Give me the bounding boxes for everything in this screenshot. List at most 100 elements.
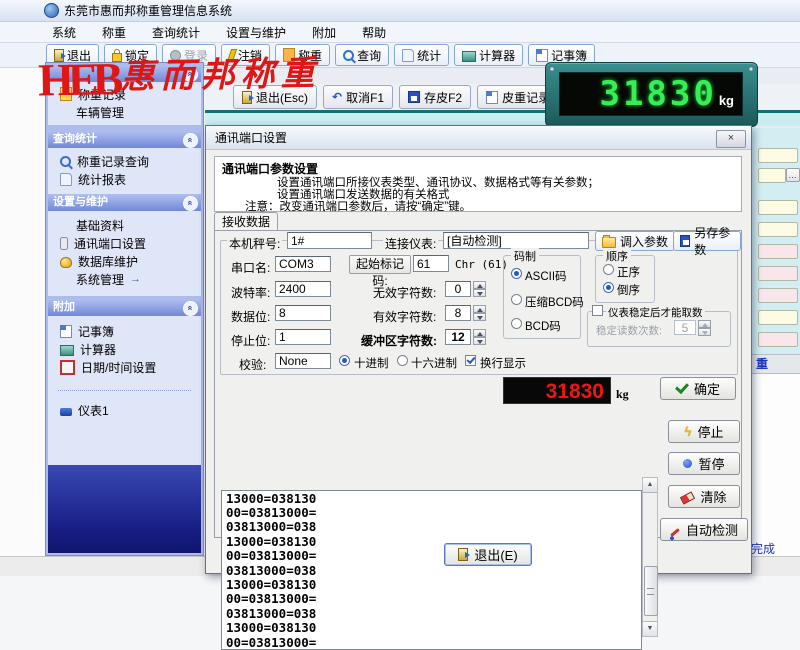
pause-button[interactable]: 暂停 [668, 452, 740, 475]
baud-label: 波特率: [231, 284, 270, 301]
ellipsis-button[interactable]: ⋯ [786, 168, 800, 182]
ok-button[interactable]: 确定 [660, 377, 736, 400]
dialog-titlebar[interactable]: 通讯端口设置 × [206, 126, 751, 150]
scale-no-label: 本机秤号: [227, 235, 282, 252]
scroll-up-icon[interactable]: ▲ [643, 478, 657, 493]
sidebar-item-stats-report[interactable]: 统计报表 [48, 170, 201, 188]
radio-packed-bcd-label[interactable]: 压缩BCD码 [525, 294, 584, 310]
stopbits-input[interactable] [275, 329, 331, 345]
parity-input[interactable] [275, 353, 331, 369]
sidebar-item-meter1[interactable]: 仪表1 [48, 401, 201, 419]
left-margin-column [0, 68, 46, 556]
log-scrollbar[interactable]: ▲ ▼ [642, 477, 658, 637]
scrollbar-thumb[interactable] [644, 566, 658, 616]
radio-hex-label[interactable]: 十六进制 [411, 355, 457, 371]
menu-help[interactable]: 帮助 [362, 24, 386, 41]
com-input[interactable] [275, 256, 331, 272]
startmark-tag[interactable]: 起始标记码: [349, 255, 411, 274]
valid-chars-stepper[interactable] [473, 305, 486, 321]
scroll-down-icon[interactable]: ▼ [643, 621, 657, 636]
menu-settings-maintenance[interactable]: 设置与维护 [226, 24, 286, 41]
report-icon [60, 173, 72, 186]
menu-query-stats[interactable]: 查询统计 [152, 24, 200, 41]
invalid-chars-stepper[interactable] [473, 281, 486, 297]
weigh-button[interactable]: 称重 [275, 44, 330, 66]
buffer-chars-input[interactable] [445, 329, 471, 345]
lightning-icon: ϟ [685, 426, 692, 437]
radio-ascii[interactable] [511, 268, 522, 279]
stop-button[interactable]: ϟ停止 [668, 420, 740, 443]
collapse-icon[interactable]: « [183, 301, 198, 316]
databits-input[interactable] [275, 305, 331, 321]
sidebar-item-notepad[interactable]: 记事簿 [48, 322, 201, 340]
exit-icon [458, 548, 468, 561]
buffer-chars-stepper[interactable] [473, 329, 486, 345]
radio-decimal[interactable] [339, 355, 350, 366]
sidebar-section-query-header[interactable]: 查询统计 « [48, 131, 201, 148]
checkbox-stable-label[interactable]: 仪表稳定后才能取数 [606, 305, 705, 320]
radio-reverse[interactable] [603, 282, 614, 293]
meter-input[interactable] [443, 232, 589, 249]
clear-button[interactable]: 清除 [668, 485, 740, 508]
logout-button[interactable]: 注销 [221, 44, 270, 66]
sidebar-item-weigh-records[interactable]: 称重记录 [48, 85, 201, 103]
com-label: 串口名: [231, 259, 270, 276]
weigh-exit-button[interactable]: 退出(Esc) [233, 85, 317, 109]
radio-ascii-label[interactable]: ASCII码 [525, 268, 567, 284]
exit-icon [54, 49, 64, 62]
save-params-button[interactable]: 另存参数 [673, 231, 741, 251]
autodetect-button[interactable]: 自动检测 [660, 518, 748, 541]
sidebar-item-vehicle-management[interactable]: 车辆管理 [48, 103, 201, 121]
sidebar-section-weigh-header[interactable]: « [48, 65, 201, 82]
sidebar-item-comm-port-settings[interactable]: 通讯端口设置 [48, 234, 201, 252]
background-form-edge: ⋯ 重 [750, 66, 800, 556]
radio-packed-bcd[interactable] [511, 294, 522, 305]
collapse-icon[interactable]: « [183, 67, 198, 82]
collapse-icon[interactable]: « [183, 133, 198, 148]
sidebar-item-calculator[interactable]: 计算器 [48, 340, 201, 358]
sidebar-item-database-maintenance[interactable]: 数据库维护 [48, 252, 201, 270]
stats-button[interactable]: 统计 [394, 44, 449, 66]
calculator-button[interactable]: 计算器 [454, 44, 523, 66]
sidebar-section-extras-header[interactable]: 附加 « [48, 299, 201, 316]
port-icon [60, 237, 68, 250]
sidebar-item-basic-data[interactable]: 基础资料 [48, 216, 201, 234]
startmark-input[interactable] [413, 255, 449, 272]
dialog-exit-button[interactable]: 退出(E) [444, 543, 532, 566]
sidebar-item-system-management[interactable]: 系统管理→ [48, 270, 201, 288]
sidebar-section-settings-header[interactable]: 设置与维护 « [48, 194, 201, 211]
menu-system[interactable]: 系统 [52, 24, 76, 41]
checkbox-wrap-label[interactable]: 换行显示 [480, 355, 526, 371]
tab-receive-data[interactable]: 接收数据 [214, 212, 278, 232]
checkbox-wrap-display[interactable] [465, 355, 476, 366]
weight-unit-label: kg [616, 387, 629, 402]
radio-hex[interactable] [397, 355, 408, 366]
stable-groupbox: 仪表稳定后才能取数 稳定读数次数: [587, 311, 731, 347]
menu-weigh[interactable]: 称重 [102, 24, 126, 41]
cancel-f1-button[interactable]: ↶取消F1 [323, 85, 393, 109]
sidebar-item-weigh-record-query[interactable]: 称重记录查询 [48, 152, 201, 170]
meter-icon [60, 408, 72, 416]
dialog-description-box: 通讯端口参数设置 设置通讯端口所接仪表类型、通讯协议、数据格式等有关参数； 设置… [214, 156, 742, 212]
radio-bcd[interactable] [511, 318, 522, 329]
stable-count-input [674, 320, 696, 335]
serial-log[interactable]: 13000=038130 00=03813000= 03813000=038 1… [221, 490, 642, 650]
menu-extras[interactable]: 附加 [312, 24, 336, 41]
query-button[interactable]: 查询 [335, 44, 389, 66]
window-titlebar: 东莞市惠而邦称重管理信息系统 [0, 0, 800, 22]
radio-forward[interactable] [603, 264, 614, 275]
radio-decimal-label[interactable]: 十进制 [354, 355, 389, 371]
scale-no-input[interactable] [287, 232, 372, 249]
radio-bcd-label[interactable]: BCD码 [525, 318, 561, 334]
radio-reverse-label[interactable]: 倒序 [617, 282, 640, 298]
invalid-chars-input[interactable] [445, 281, 471, 297]
checkbox-stable[interactable] [592, 305, 603, 316]
report-icon [402, 49, 414, 62]
radio-forward-label[interactable]: 正序 [617, 264, 640, 280]
baud-input[interactable] [275, 281, 331, 297]
save-tare-f2-button[interactable]: 存皮F2 [399, 85, 471, 109]
sidebar-item-datetime-settings[interactable]: 日期/时间设置 [48, 358, 201, 376]
collapse-icon[interactable]: « [183, 196, 198, 211]
valid-chars-input[interactable] [445, 305, 471, 321]
close-icon[interactable]: × [716, 130, 746, 148]
